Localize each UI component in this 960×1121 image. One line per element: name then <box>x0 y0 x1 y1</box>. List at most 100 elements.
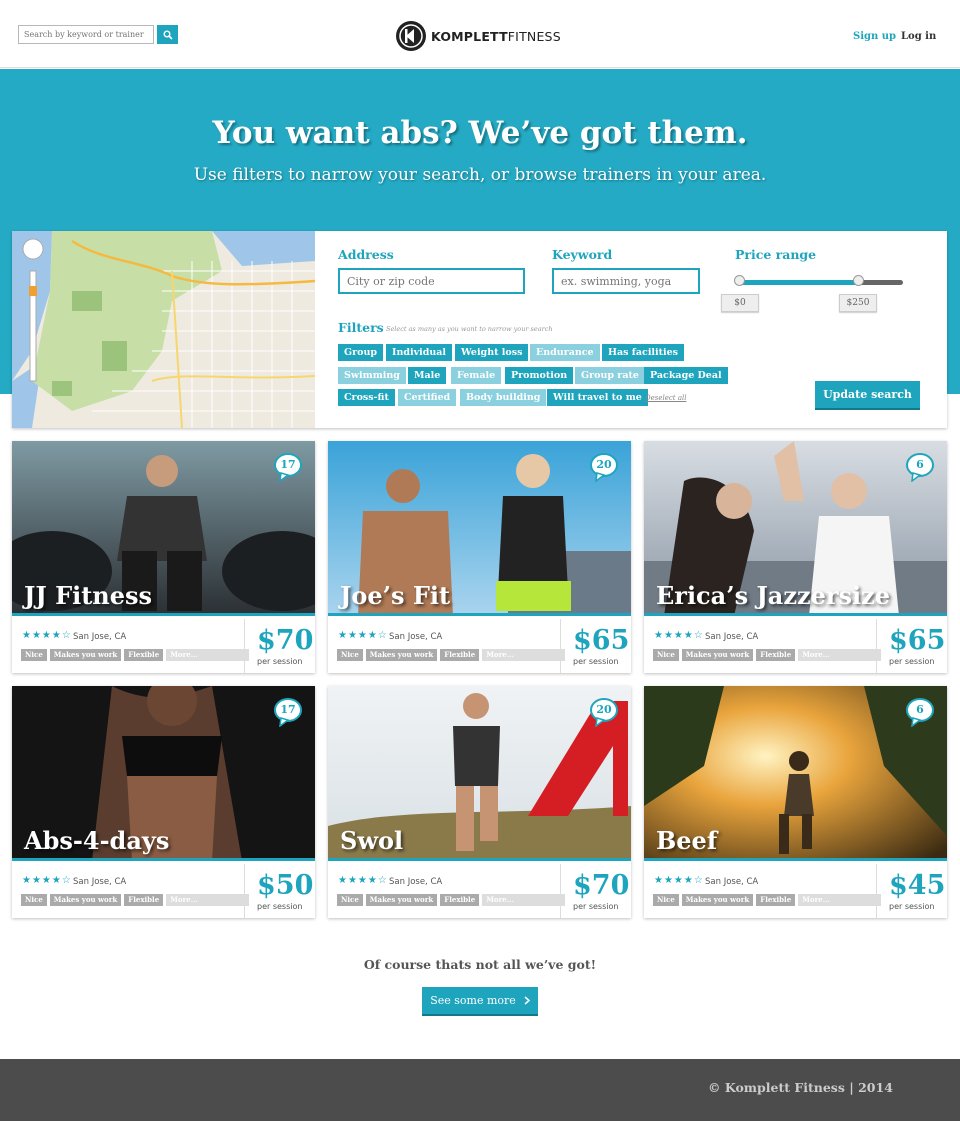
price-block: $70 per session <box>244 619 315 673</box>
chevron-right-icon <box>524 996 530 1005</box>
filter-chip[interactable]: Group rate <box>575 367 645 384</box>
trainer-photo[interactable]: 20 Joe’s Fit <box>328 441 631 616</box>
comment-count-bubble[interactable]: 20 <box>589 452 619 483</box>
trainer-name[interactable]: Swol <box>340 826 403 855</box>
trainer-tag[interactable]: Makes you work <box>681 649 754 661</box>
trainer-tag[interactable]: Makes you work <box>681 894 754 906</box>
trainer-tag[interactable]: More... <box>166 894 250 906</box>
price-max-handle[interactable] <box>853 275 864 286</box>
trainer-search-input[interactable] <box>18 25 154 44</box>
trainer-card[interactable]: 20 Joe’s Fit ★★★★☆ San Jose, CA Nice Makes yo… <box>328 441 631 673</box>
trainer-tag[interactable]: Nice <box>337 649 363 661</box>
trainer-tag[interactable]: Makes you work <box>49 649 122 661</box>
rating-stars-icon: ★★★★☆ <box>338 630 388 641</box>
comment-count: 6 <box>916 458 924 471</box>
price-block: $45 per session <box>876 864 947 918</box>
trainer-tag[interactable]: More... <box>482 894 566 906</box>
filter-chip[interactable]: Will travel to me <box>547 389 648 406</box>
price-range-fill <box>735 280 858 285</box>
filters-hint: Select as many as you want to narrow you… <box>386 325 553 333</box>
more-heading: Of course thats not all we’ve got! <box>363 957 597 972</box>
filter-chip[interactable]: Weight loss <box>455 344 529 361</box>
trainer-name[interactable]: Abs-4-days <box>24 826 169 855</box>
keyword-input[interactable] <box>552 268 700 294</box>
filter-chip[interactable]: Package Deal <box>644 367 728 384</box>
trainer-tag[interactable]: Nice <box>21 649 47 661</box>
comment-count-bubble[interactable]: 20 <box>589 697 619 728</box>
trainer-tag[interactable]: Flexible <box>124 894 164 906</box>
signup-link[interactable]: Sign up <box>853 31 896 42</box>
trainer-name[interactable]: JJ Fitness <box>24 581 152 610</box>
price-min-handle[interactable] <box>734 275 745 286</box>
trainer-price: $65 <box>573 625 630 656</box>
comment-count-bubble[interactable]: 17 <box>273 452 303 483</box>
address-input[interactable] <box>338 268 525 294</box>
trainer-tag[interactable]: Flexible <box>124 649 164 661</box>
trainer-tag[interactable]: More... <box>798 894 882 906</box>
filter-chip[interactable]: Group <box>338 344 384 361</box>
trainer-name[interactable]: Beef <box>656 826 717 855</box>
trainer-tag[interactable]: Flexible <box>756 894 796 906</box>
trainer-photo[interactable]: 20 Swol <box>328 686 631 861</box>
update-search-button[interactable]: Update search <box>815 381 920 408</box>
trainer-tag[interactable]: Flexible <box>440 649 480 661</box>
filter-chip[interactable]: Endurance <box>530 344 600 361</box>
trainer-photo[interactable]: 6 Beef <box>644 686 947 861</box>
search-button[interactable] <box>157 25 178 44</box>
comment-count-bubble[interactable]: 17 <box>273 697 303 728</box>
trainer-card[interactable]: 6 Erica’s Jazzersize ★★★★☆ San Jose, CA Nice… <box>644 441 947 673</box>
filter-chip[interactable]: Promotion <box>505 367 574 384</box>
comment-count-bubble[interactable]: 6 <box>905 452 935 483</box>
trainer-tag[interactable]: Flexible <box>756 649 796 661</box>
trainer-tag[interactable]: Nice <box>337 894 363 906</box>
trainer-location: San Jose, CA <box>73 877 127 887</box>
trainer-name[interactable]: Joe’s Fit <box>340 581 450 610</box>
trainer-tag[interactable]: More... <box>798 649 882 661</box>
comment-count-bubble[interactable]: 6 <box>905 697 935 728</box>
trainer-card[interactable]: 17 JJ Fitness ★★★★☆ San Jose, CA Nice Makes y… <box>12 441 315 673</box>
trainer-photo[interactable]: 6 Erica’s Jazzersize <box>644 441 947 616</box>
trainer-tag[interactable]: Nice <box>653 894 679 906</box>
trainer-card[interactable]: 20 Swol ★★★★☆ San Jose, CA Nice Makes you wor… <box>328 686 631 918</box>
rating-stars-icon: ★★★★☆ <box>338 875 388 886</box>
filters-label: Filters <box>338 320 384 335</box>
trainer-tag[interactable]: More... <box>482 649 566 661</box>
trainer-tag[interactable]: More... <box>166 649 250 661</box>
trainer-tag[interactable]: Makes you work <box>49 894 122 906</box>
trainer-tag[interactable]: Makes you work <box>365 649 438 661</box>
filter-chip[interactable]: Body building <box>460 389 547 406</box>
site-footer: © Komplett Fitness | 2014 <box>0 1059 960 1121</box>
filter-chip[interactable]: Certified <box>398 389 457 406</box>
filter-chip[interactable]: Male <box>408 367 447 384</box>
filter-chip[interactable]: Has facilities <box>602 344 685 361</box>
trainer-tag[interactable]: Makes you work <box>365 894 438 906</box>
hero-title: You want abs? We’ve got them. <box>212 115 748 151</box>
trainer-photo[interactable]: 17 JJ Fitness <box>12 441 315 616</box>
trainer-map[interactable] <box>12 231 315 428</box>
trainer-tags: Nice Makes you work Flexible More... <box>337 649 566 661</box>
filter-chip[interactable]: Cross-fit <box>338 389 395 406</box>
trainer-location: San Jose, CA <box>73 632 127 642</box>
trainer-photo[interactable]: 17 Abs-4-days <box>12 686 315 861</box>
trainer-tag[interactable]: Nice <box>21 894 47 906</box>
see-more-button[interactable]: See some more <box>422 987 538 1014</box>
price-max-value: $250 <box>839 294 877 312</box>
trainer-card[interactable]: 17 Abs-4-days ★★★★☆ San Jose, CA Nice Makes y… <box>12 686 315 918</box>
site-logo[interactable]: KOMPLETTFITNESS <box>395 20 561 52</box>
trainer-name[interactable]: Erica’s Jazzersize <box>656 581 890 610</box>
trainer-card[interactable]: 6 Beef ★★★★☆ San Jose, CA Nice Makes you work… <box>644 686 947 918</box>
trainer-price: $45 <box>889 870 946 901</box>
trainer-tag[interactable]: Flexible <box>440 894 480 906</box>
filter-chip[interactable]: Female <box>451 367 502 384</box>
login-link[interactable]: Log in <box>901 31 936 42</box>
price-block: $65 per session <box>876 619 947 673</box>
comment-count: 6 <box>916 703 924 716</box>
deselect-all-link[interactable]: Deselect all <box>645 394 686 402</box>
trainer-location: San Jose, CA <box>705 632 759 642</box>
price-range-label: Price range <box>735 247 817 262</box>
price-range-slider[interactable] <box>735 280 903 285</box>
filter-chip[interactable]: Individual <box>386 344 453 361</box>
trainer-tag[interactable]: Nice <box>653 649 679 661</box>
price-block: $70 per session <box>560 864 631 918</box>
filter-chip[interactable]: Swimming <box>338 367 406 384</box>
